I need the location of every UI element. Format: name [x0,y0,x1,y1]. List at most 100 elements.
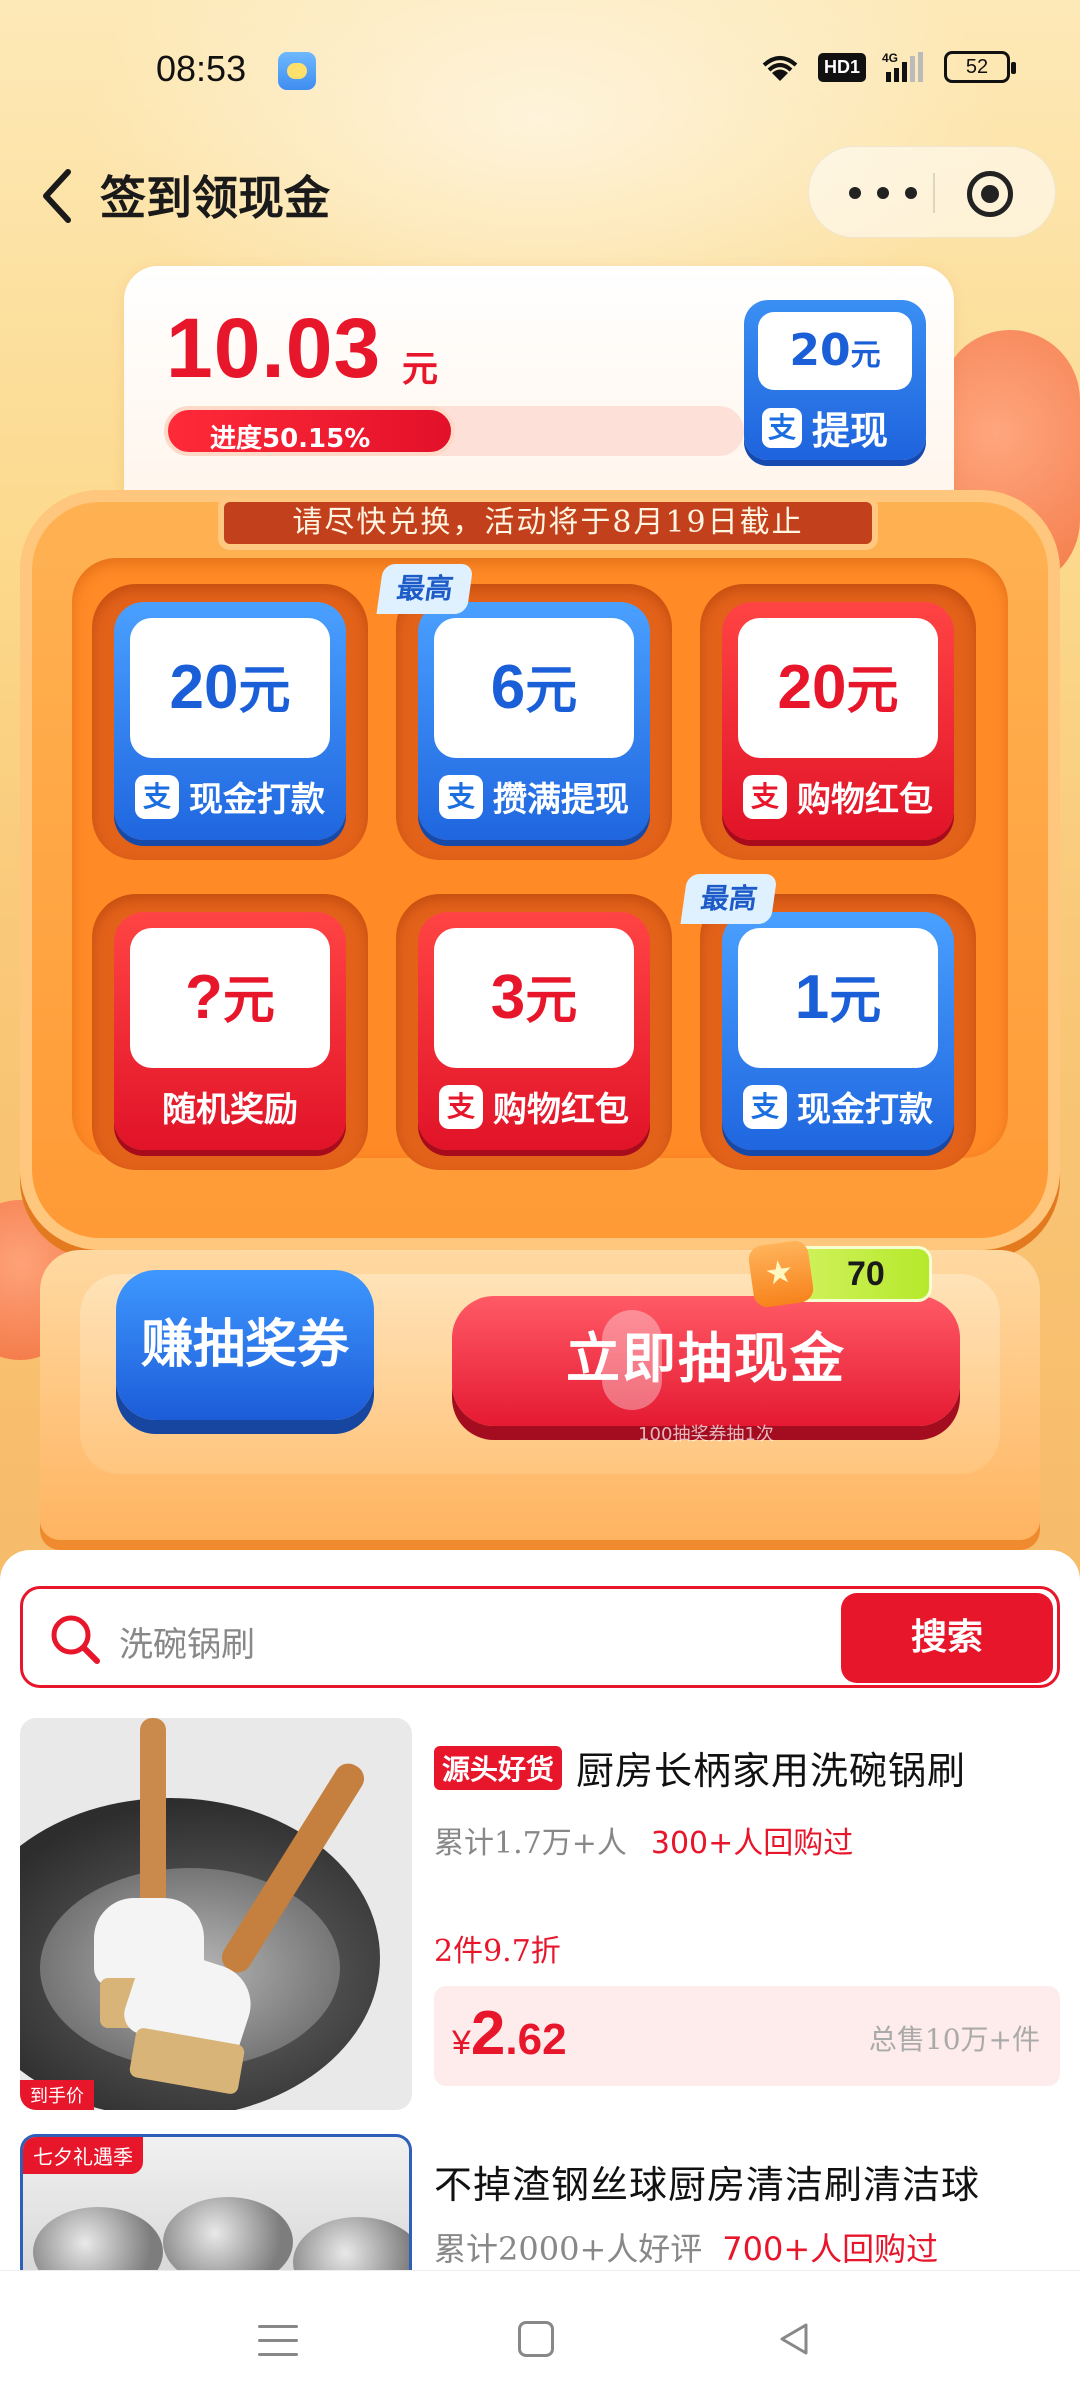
prize-amount-value: ? [185,963,223,1032]
hd-badge: HD1 [817,52,866,82]
miniapp-capsule [808,146,1056,238]
product-title-row: 源头好货 厨房长柄家用洗碗锅刷 [434,1740,966,1795]
prize-amount: ?元 [130,928,330,1068]
prize-tile-face: 6元支攒满提现 [418,602,650,840]
product-stats: 累计1.7万+人 300+人回购过 [434,1818,853,1862]
total-sales: 总售10万+件 [868,2023,1040,2056]
product-title: 不掉渣钢丝球厨房清洁刷清洁球 [434,2163,981,2207]
nav-back-icon[interactable] [774,2319,814,2359]
prize-tile[interactable]: 1元支现金打款 [700,894,976,1170]
image-corner-tag: 到手价 [20,2080,94,2110]
prize-label-row: 支现金打款 [114,772,346,821]
prize-tile[interactable]: ?元随机奖励 [92,894,368,1170]
product-image-steel-balls[interactable]: 七夕礼遇季 [20,2134,412,2274]
alipay-icon: 支 [762,407,802,448]
prize-tile[interactable]: 20元支现金打款 [92,584,368,860]
product-card[interactable]: 到手价 源头好货 厨房长柄家用洗碗锅刷 累计1.7万+人 300+人回购过 2件9… [20,1718,1060,2118]
weather-icon [278,52,316,90]
product-cumulative: 累计1.7万+人 [434,1826,627,1861]
price-integer: 2 [470,1999,506,2068]
prize-tile-face: ?元随机奖励 [114,912,346,1150]
prize-tile[interactable]: 6元支攒满提现 [396,584,672,860]
alipay-icon: 支 [743,1084,787,1129]
alipay-icon: 支 [439,774,483,819]
wifi-icon [758,51,802,83]
progress-fill: 进度50.15% [164,406,455,456]
prize-amount-unit: 元 [222,971,275,1031]
draw-cash-button[interactable]: 立即抽现金 [452,1296,960,1426]
prize-label: 攒满提现 [493,780,629,820]
draw-subtext: 100抽奖券抽1次 [638,1424,774,1445]
prize-amount: 1元 [738,928,938,1068]
signal-icon: 4G [882,50,928,84]
product-repurchase: 700+人回购过 [722,2230,939,2268]
battery-indicator: 52 [944,51,1016,83]
home-icon[interactable] [518,2321,554,2357]
product-card[interactable]: 七夕礼遇季 不掉渣钢丝球厨房清洁刷清洁球 累计2000+人好评 700+人回购过 [20,2134,1060,2274]
prize-label-row: 支现金打款 [722,1082,954,1131]
prize-tile-face: 1元支现金打款 [722,912,954,1150]
product-image-brushes[interactable]: 到手价 [20,1718,412,2110]
balance-card: 10.03 元 进度50.15% 20元 支 提现 [124,266,954,526]
prize-amount-unit: 元 [829,971,882,1031]
prize-amount: 20元 [130,618,330,758]
svg-text:4G: 4G [882,51,898,65]
earn-tickets-button[interactable]: 赚抽奖券 [116,1270,374,1420]
product-reviews: 累计2000+人好评 [434,2230,703,2268]
prize-label-row: 支购物红包 [722,772,954,821]
search-button[interactable]: 搜索 [841,1593,1053,1683]
button-shine [602,1310,662,1410]
product-title: 厨房长柄家用洗碗锅刷 [576,1749,967,1793]
brush-handle-shape [140,1718,166,1908]
withdraw-button[interactable]: 20元 支 提现 [744,300,926,460]
season-tag: 七夕礼遇季 [23,2137,143,2174]
price-currency: ¥ [452,2024,471,2062]
prize-amount-value: 3 [490,963,526,1032]
prize-amount-unit: 元 [525,661,578,721]
prize-amount-value: 20 [777,653,847,722]
search-input[interactable]: 洗碗锅刷 [119,1617,255,1666]
prize-label: 购物红包 [797,780,933,820]
product-price: ¥2.62 [452,1998,567,2069]
prize-label-row: 支购物红包 [418,1082,650,1131]
prize-label: 购物红包 [493,1090,629,1130]
search-box[interactable]: 洗碗锅刷 搜索 [20,1586,1060,1688]
withdraw-label-row: 支 提现 [762,400,888,455]
prize-amount-value: 20 [169,653,239,722]
title-bar: 签到领现金 [0,140,1080,250]
prize-label-row: 随机奖励 [114,1082,346,1131]
more-icon[interactable] [849,187,919,201]
prize-amount: 20元 [738,618,938,758]
product-discount: 2件9.7折 [434,1934,561,1969]
max-tag: 最高 [680,874,778,924]
deadline-banner: 请尽快兑换，活动将于8月19日截止 [218,496,878,550]
prize-label: 现金打款 [797,1090,933,1130]
recent-apps-icon[interactable] [258,2325,298,2357]
search-icon [47,1611,103,1667]
prize-tile[interactable]: 20元支购物红包 [700,584,976,860]
steel-ball-shape [163,2197,293,2274]
price-decimal: .62 [505,2015,567,2064]
withdraw-amount: 20 [789,325,851,376]
alipay-icon: 支 [439,1084,483,1129]
price-box: ¥2.62 总售10万+件 [434,1986,1060,2086]
prize-label-row: 支攒满提现 [418,772,650,821]
steel-ball-shape [293,2217,409,2274]
prize-tile[interactable]: 3元支购物红包 [396,894,672,1170]
alipay-icon: 支 [743,774,787,819]
star-icon [746,1239,816,1309]
product-stats: 累计2000+人好评 700+人回购过 [434,2224,938,2270]
source-badge: 源头好货 [434,1745,563,1790]
withdraw-amount-box: 20元 [758,312,912,390]
product-repurchase: 300+人回购过 [650,1826,854,1861]
prize-amount-unit: 元 [238,661,291,721]
prize-tile-face: 20元支现金打款 [114,602,346,840]
balance-amount: 10.03 [166,301,382,395]
progress-track: 进度50.15% [164,406,744,456]
close-miniapp-icon[interactable] [967,171,1013,217]
alipay-icon: 支 [135,774,179,819]
steel-ball-shape [33,2207,163,2274]
prize-amount-value: 6 [490,653,526,722]
back-arrow-icon[interactable] [34,160,82,232]
ticket-count: 70 [847,1255,885,1293]
